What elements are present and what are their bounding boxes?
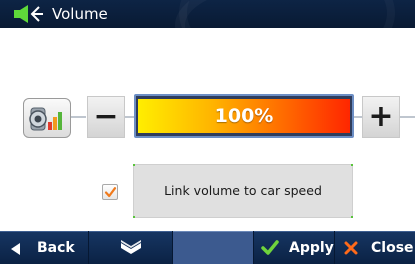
- bottom-toolbar: Back Apply Close: [0, 231, 415, 264]
- close-button[interactable]: Close: [335, 231, 415, 264]
- slider-rail: [124, 116, 134, 118]
- link-volume-speed-button[interactable]: Link volume to car speed: [133, 164, 353, 218]
- volume-value: 100%: [214, 105, 274, 127]
- volume-panel: − 100% + Link volume to car speed: [0, 28, 415, 231]
- slider-rail: [400, 116, 415, 118]
- slider-rail: [354, 116, 362, 118]
- link-speed-label: Link volume to car speed: [164, 183, 322, 198]
- toolbar-spacer: [173, 231, 253, 264]
- minus-icon: −: [93, 99, 119, 134]
- page-title: Volume: [52, 5, 108, 23]
- volume-bar: 100%: [138, 99, 350, 133]
- map-button[interactable]: [89, 231, 172, 264]
- back-arrow-icon: [11, 243, 21, 259]
- titlebar-decoration: [179, 0, 395, 28]
- apply-button[interactable]: Apply: [254, 231, 334, 264]
- back-button[interactable]: Back: [0, 231, 88, 264]
- speaker-volume-icon: [12, 4, 46, 24]
- checkmark-icon: [261, 240, 279, 260]
- close-x-icon: [344, 241, 358, 259]
- check-icon: [104, 187, 117, 198]
- title-bar: Volume: [0, 0, 415, 28]
- link-speed-checkbox[interactable]: [102, 184, 118, 200]
- apply-label: Apply: [289, 240, 334, 256]
- close-label: Close: [371, 240, 414, 256]
- volume-decrease-button[interactable]: −: [87, 96, 125, 138]
- volume-slider[interactable]: 100%: [134, 94, 354, 138]
- slider-rail: [71, 116, 86, 118]
- map-chevron-icon: [119, 239, 143, 261]
- back-label: Back: [37, 240, 75, 256]
- mute-button[interactable]: [23, 98, 71, 138]
- plus-icon: +: [368, 99, 394, 134]
- volume-increase-button[interactable]: +: [362, 96, 400, 138]
